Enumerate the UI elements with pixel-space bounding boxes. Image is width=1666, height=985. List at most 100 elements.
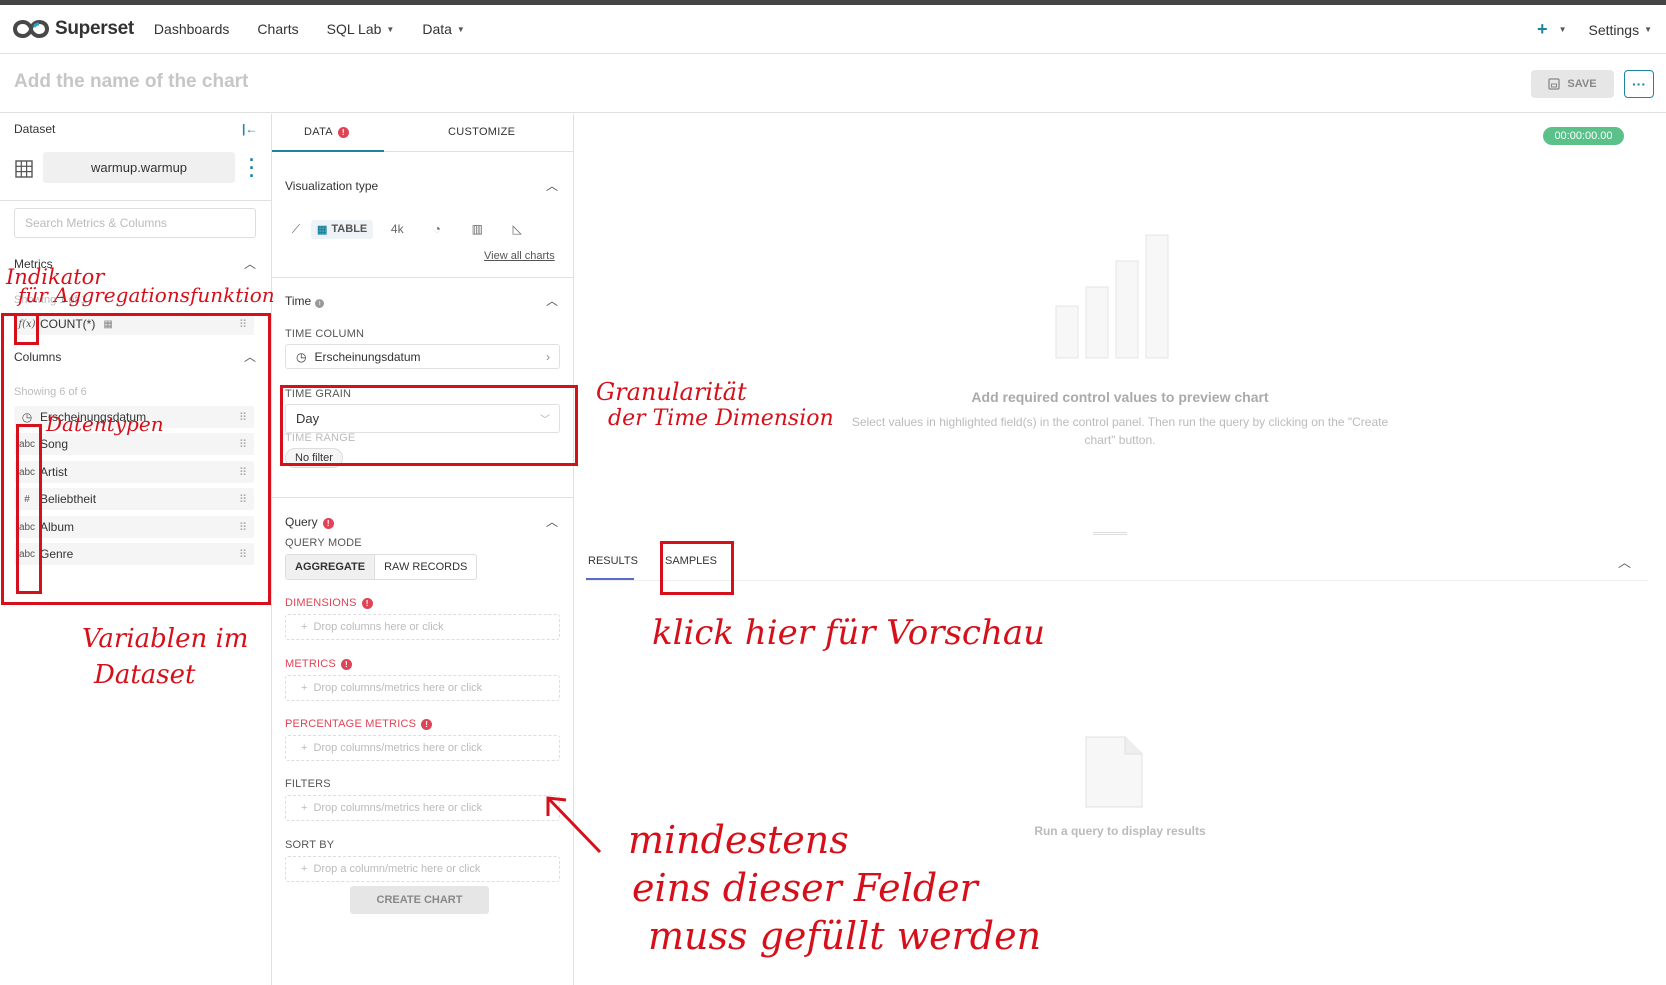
chevron-up-icon[interactable]: ︿ — [546, 177, 558, 194]
query-title-label: Query — [285, 515, 318, 529]
aggregate-button[interactable]: AGGREGATE — [286, 555, 376, 579]
viz-type-picker: ⟋ ▦ TABLE 4k ◔ ▥ ◺ — [285, 218, 565, 240]
nav-sql-lab[interactable]: SQL Lab ▼ — [327, 21, 395, 37]
annotation-variables-line1: Variablen im — [82, 624, 249, 654]
plus-icon: + — [301, 863, 308, 875]
caret-down-icon: ▼ — [386, 24, 395, 34]
annotation-aggregation-line2: für Aggregationsfunktion — [18, 283, 275, 307]
info-icon: i — [315, 299, 325, 308]
empty-state-description: Select values in highlighted field(s) in… — [851, 415, 1389, 447]
tab-results[interactable]: RESULTS — [588, 555, 638, 567]
big-number-button[interactable]: 4k — [377, 222, 417, 236]
save-label: SAVE — [1567, 78, 1597, 90]
plus-icon: + — [301, 802, 308, 814]
annotation-box-time-grain — [280, 385, 578, 466]
metrics-label: METRICS! — [285, 658, 352, 670]
dimensions-label: DIMENSIONS! — [285, 597, 373, 609]
bar-chart-icon[interactable]: ▥ — [457, 222, 497, 236]
chevron-up-icon[interactable]: ︿ — [546, 513, 558, 530]
plus-icon: + — [301, 682, 308, 694]
active-tab-indicator — [586, 578, 634, 580]
percentage-metrics-drop-zone[interactable]: + Drop columns/metrics here or click — [285, 735, 560, 761]
more-options-button[interactable]: ··· — [1624, 70, 1654, 98]
sort-by-placeholder: Drop a column/metric here or click — [313, 863, 481, 875]
filters-drop-zone[interactable]: + Drop columns/metrics here or click — [285, 795, 560, 821]
panel-resize-handle[interactable] — [1093, 532, 1127, 535]
annotation-required-line3: muss gefüllt werden — [648, 914, 1042, 958]
superset-logo[interactable]: Superset — [13, 18, 134, 40]
line-chart-icon[interactable]: ⟋ — [285, 222, 307, 237]
viz-type-section-title[interactable]: Visualization type — [285, 179, 378, 193]
chevron-up-icon[interactable]: ︿ — [1618, 552, 1631, 571]
query-mode-toggle: AGGREGATE RAW RECORDS — [285, 554, 478, 580]
nav-data[interactable]: Data ▼ — [422, 21, 465, 37]
filters-placeholder: Drop columns/metrics here or click — [313, 802, 483, 814]
tab-data[interactable]: DATA! — [304, 126, 349, 138]
annotation-granularity-line2: der Time Dimension — [608, 406, 834, 431]
annotation-required-line1: mindestens — [628, 818, 849, 862]
tab-customize[interactable]: CUSTOMIZE — [448, 126, 515, 138]
settings-menu[interactable]: Settings ▼ — [1588, 22, 1652, 38]
divider — [272, 277, 574, 278]
empty-chart-illustration — [1055, 234, 1169, 359]
caret-down-icon[interactable]: ▼ — [1559, 25, 1567, 34]
viz-table-button[interactable]: ▦ TABLE — [311, 219, 374, 239]
dimensions-placeholder: Drop columns here or click — [313, 621, 444, 633]
sort-by-label: SORT BY — [285, 839, 335, 851]
tab-data-label: DATA — [304, 126, 333, 138]
error-icon: ! — [361, 598, 373, 609]
time-section-title[interactable]: Time i — [285, 294, 325, 308]
chevron-right-icon: › — [546, 349, 550, 364]
chart-title-input[interactable]: Add the name of the chart — [14, 71, 248, 93]
dimensions-drop-zone[interactable]: + Drop columns here or click — [285, 614, 560, 640]
nav-sql-lab-label: SQL Lab — [326, 21, 382, 37]
control-panel: DATA! CUSTOMIZE Visualization type ︿ ⟋ ▦… — [272, 114, 574, 985]
empty-document-icon — [1085, 736, 1143, 808]
chevron-up-icon[interactable]: ︿ — [244, 255, 256, 272]
table-icon: ▦ — [317, 223, 328, 236]
plus-icon[interactable]: + — [1537, 19, 1548, 40]
error-icon: ! — [340, 659, 352, 670]
sort-by-drop-zone[interactable]: + Drop a column/metric here or click — [285, 856, 560, 882]
dataset-menu-icon[interactable]: · · · — [249, 151, 255, 185]
query-section-title[interactable]: Query! — [285, 515, 334, 529]
control-tabs: DATA! CUSTOMIZE — [272, 114, 574, 152]
plus-icon: + — [301, 742, 308, 754]
clock-icon: ◷ — [296, 349, 307, 364]
nav-charts[interactable]: Charts — [257, 21, 298, 37]
query-mode-label: QUERY MODE — [285, 537, 362, 549]
time-column-select[interactable]: ◷ Erscheinungsdatum › — [285, 344, 560, 369]
chevron-up-icon[interactable]: ︿ — [546, 292, 558, 309]
filters-label: FILTERS — [285, 778, 331, 790]
error-icon: ! — [421, 719, 433, 730]
annotation-variables-line2: Dataset — [94, 660, 196, 690]
raw-records-button[interactable]: RAW RECORDS — [375, 555, 476, 579]
view-all-charts-link[interactable]: View all charts — [484, 250, 555, 262]
dimensions-label-text: DIMENSIONS — [285, 597, 357, 609]
dataset-label: Dataset — [14, 122, 56, 136]
metrics-placeholder: Drop columns/metrics here or click — [313, 682, 483, 694]
active-tab-indicator — [272, 150, 384, 152]
search-metrics-input[interactable]: Search Metrics & Columns — [14, 208, 256, 238]
annotation-required-line2: eins dieser Felder — [632, 866, 978, 910]
nav-dashboards[interactable]: Dashboards — [154, 21, 230, 37]
percentage-placeholder: Drop columns/metrics here or click — [313, 742, 483, 754]
navbar: Superset Dashboards Charts SQL Lab ▼ Data… — [0, 5, 1666, 54]
dataset-name[interactable]: warmup.warmup — [43, 152, 235, 183]
caret-down-icon: ▼ — [1644, 25, 1652, 34]
divider — [272, 497, 574, 498]
divider — [0, 200, 272, 201]
collapse-panel-icon[interactable]: |← — [242, 122, 257, 136]
metrics-drop-zone[interactable]: + Drop columns/metrics here or click — [285, 675, 560, 701]
pie-chart-icon[interactable]: ◔ — [417, 222, 457, 236]
time-column-label: TIME COLUMN — [285, 328, 365, 340]
error-icon: ! — [337, 127, 349, 138]
settings-label: Settings — [1588, 21, 1640, 38]
metrics-label-text: METRICS — [285, 658, 336, 670]
create-chart-button[interactable]: CREATE CHART — [350, 886, 489, 914]
area-chart-icon[interactable]: ◺ — [497, 222, 537, 236]
superset-logo-icon — [13, 19, 49, 39]
time-column-value: Erscheinungsdatum — [314, 349, 421, 364]
chart-header: Add the name of the chart SAVE ··· — [0, 55, 1666, 113]
save-button[interactable]: SAVE — [1531, 70, 1614, 98]
